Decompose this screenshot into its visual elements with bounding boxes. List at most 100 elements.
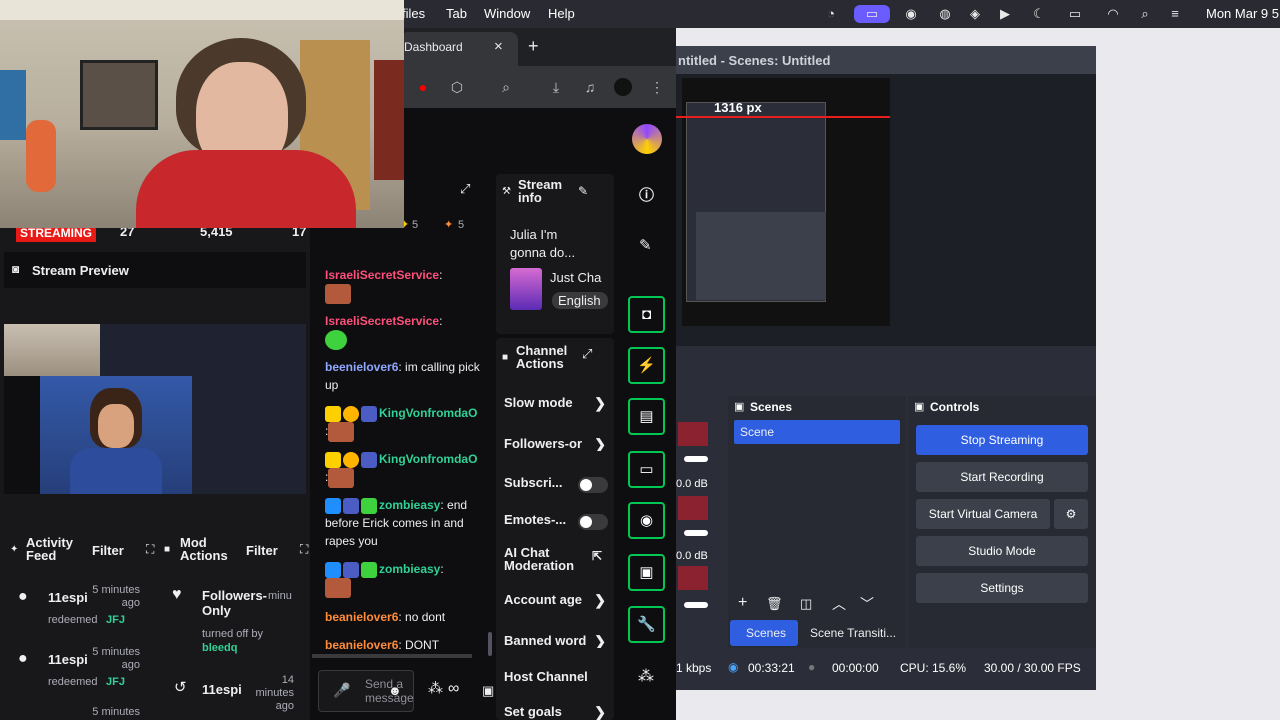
edit-pencil-icon[interactable]: ✎: [578, 184, 588, 198]
activity-feed-filter[interactable]: Filter: [92, 543, 124, 558]
action-banned-words[interactable]: Banned word ❯: [504, 633, 608, 648]
chat-scrollbar[interactable]: [488, 632, 492, 656]
action-account-age[interactable]: Account age ❯: [504, 592, 608, 608]
obs-tray-icon[interactable]: ◉: [902, 5, 920, 23]
subscribers-only-toggle[interactable]: [578, 477, 608, 493]
tab-scene-transitions[interactable]: Scene Transiti...: [810, 626, 896, 640]
bits-icon[interactable]: ⁂: [428, 680, 443, 698]
play-icon[interactable]: ▶: [996, 5, 1014, 23]
scene-item[interactable]: Scene: [734, 420, 900, 444]
obs-preview-canvas[interactable]: 1316 px: [676, 74, 1096, 346]
chat-username[interactable]: IsraeliSecretService: [325, 314, 439, 328]
chat-popout-icon[interactable]: ⤢: [460, 180, 470, 198]
hype-icon[interactable]: ∞: [448, 680, 459, 698]
mod-actions-filter[interactable]: Filter: [246, 543, 278, 558]
wifi-icon[interactable]: ◠: [1104, 5, 1122, 23]
action-subscribers-only[interactable]: Subscri...: [504, 475, 608, 493]
screen-record-icon[interactable]: ▭: [854, 5, 890, 23]
chat-announce-button[interactable]: ▭: [628, 451, 665, 488]
info-icon[interactable]: ⓘ: [639, 184, 654, 205]
move-up-icon[interactable]: ︿: [832, 594, 846, 614]
menu-files[interactable]: files: [402, 6, 425, 21]
app-status-icon[interactable]: ◔: [822, 5, 840, 23]
action-followers-only[interactable]: Followers-or ❯: [504, 436, 608, 451]
action-emotes-only[interactable]: Emotes-...: [504, 512, 608, 530]
mixer-db-label: 0.0 dB: [676, 550, 708, 562]
chat-username[interactable]: beenielover6: [325, 360, 398, 374]
volume-slider[interactable]: [684, 530, 708, 536]
mod-action-title[interactable]: 11espi: [202, 682, 242, 697]
category-boxart: [510, 268, 542, 310]
chat-username[interactable]: beanielover6: [325, 638, 398, 652]
sync-icon[interactable]: ◈: [966, 5, 984, 23]
add-icon[interactable]: +: [738, 594, 747, 612]
microphone-icon[interactable]: 🎤: [333, 681, 350, 699]
emotes-only-toggle[interactable]: [578, 514, 608, 530]
battery-icon[interactable]: ▭: [1064, 5, 1086, 23]
chat-username[interactable]: beanielover6: [325, 610, 398, 624]
activity-user[interactable]: 11espi: [48, 590, 88, 605]
menu-help[interactable]: Help: [548, 6, 575, 21]
search-icon[interactable]: ⌕: [1136, 5, 1154, 23]
control-center-icon[interactable]: ≡: [1166, 5, 1184, 23]
youtube-extension-icon[interactable]: ●: [414, 78, 432, 96]
settings-button[interactable]: Settings: [916, 573, 1088, 603]
chat-settings-icon[interactable]: ▣: [482, 682, 494, 700]
volume-slider[interactable]: [684, 456, 708, 462]
moon-icon[interactable]: ☾: [1030, 5, 1048, 23]
emote-icon: [325, 284, 351, 304]
browser-menu-icon[interactable]: ⋮: [648, 78, 666, 96]
menu-tab[interactable]: Tab: [446, 6, 467, 21]
stream-preview-video[interactable]: [4, 324, 306, 494]
chat-username[interactable]: zombieasy: [379, 562, 440, 576]
tab-scenes[interactable]: Scenes: [730, 620, 798, 646]
menubar-clock[interactable]: Mon Mar 9 5: [1206, 6, 1279, 21]
clip-button[interactable]: ◘: [628, 296, 665, 333]
volume-slider[interactable]: [684, 602, 708, 608]
new-tab-button[interactable]: +: [528, 36, 539, 57]
chat-message: beanielover6: DONT: [325, 636, 487, 654]
user-avatar[interactable]: [632, 124, 662, 154]
extensions-icon[interactable]: ⬡: [448, 78, 466, 96]
mod-action-moderator[interactable]: bleedq: [202, 642, 237, 654]
chrome-tray-icon[interactable]: ◍: [936, 5, 954, 23]
emote-picker-icon[interactable]: ☻: [388, 682, 402, 700]
ad-break-button[interactable]: ⚡: [628, 347, 665, 384]
chat-username[interactable]: zombieasy: [379, 498, 440, 512]
studio-mode-button[interactable]: Studio Mode: [916, 536, 1088, 566]
profile-avatar-icon[interactable]: [614, 78, 632, 96]
action-host-channel[interactable]: Host Channel: [504, 669, 608, 684]
virtual-camera-settings-button[interactable]: ⚙: [1054, 499, 1088, 529]
language-tag[interactable]: English: [552, 292, 608, 309]
chat-username[interactable]: KingVonfromdaO: [379, 406, 477, 420]
menu-window[interactable]: Window: [484, 6, 530, 21]
popout-icon[interactable]: ⤢: [582, 346, 592, 362]
edit-icon[interactable]: ✎: [639, 236, 652, 254]
download-icon[interactable]: ⤓: [547, 78, 565, 96]
stream-marker-button[interactable]: ▤: [628, 398, 665, 435]
action-slow-mode[interactable]: Slow mode ❯: [504, 395, 608, 411]
action-ai-chat-moderation[interactable]: AI Chat Moderation ⇱: [504, 546, 604, 572]
chat-username[interactable]: IsraeliSecretService: [325, 268, 439, 282]
filter-icon[interactable]: ◫: [800, 596, 812, 612]
popout-icon[interactable]: ⛶: [146, 542, 154, 557]
activity-user[interactable]: 11espi: [48, 652, 88, 667]
tools-button[interactable]: 🔧: [628, 606, 665, 643]
more-actions-icon[interactable]: ⁂: [638, 666, 654, 686]
raid-button[interactable]: ◉: [628, 502, 665, 539]
start-virtual-camera-button[interactable]: Start Virtual Camera: [916, 499, 1050, 529]
stop-streaming-button[interactable]: Stop Streaming: [916, 425, 1088, 455]
video-button[interactable]: ▣: [628, 554, 665, 591]
start-recording-button[interactable]: Start Recording: [916, 462, 1088, 492]
chat-username[interactable]: KingVonfromdaO: [379, 452, 477, 466]
tab-dashboard[interactable]: Dashboard ×: [400, 32, 518, 66]
move-down-icon[interactable]: ﹀: [860, 594, 874, 614]
close-tab-icon[interactable]: ×: [494, 38, 503, 55]
media-control-icon[interactable]: ♫: [581, 78, 599, 96]
trash-icon[interactable]: 🗑: [766, 596, 783, 612]
popout-icon[interactable]: ⛶: [300, 542, 308, 557]
chat-text: :: [440, 562, 444, 576]
tab-search-icon[interactable]: ⌕: [497, 78, 515, 96]
action-set-goals[interactable]: Set goals ❯: [504, 704, 608, 720]
emote-icon: [328, 422, 355, 442]
